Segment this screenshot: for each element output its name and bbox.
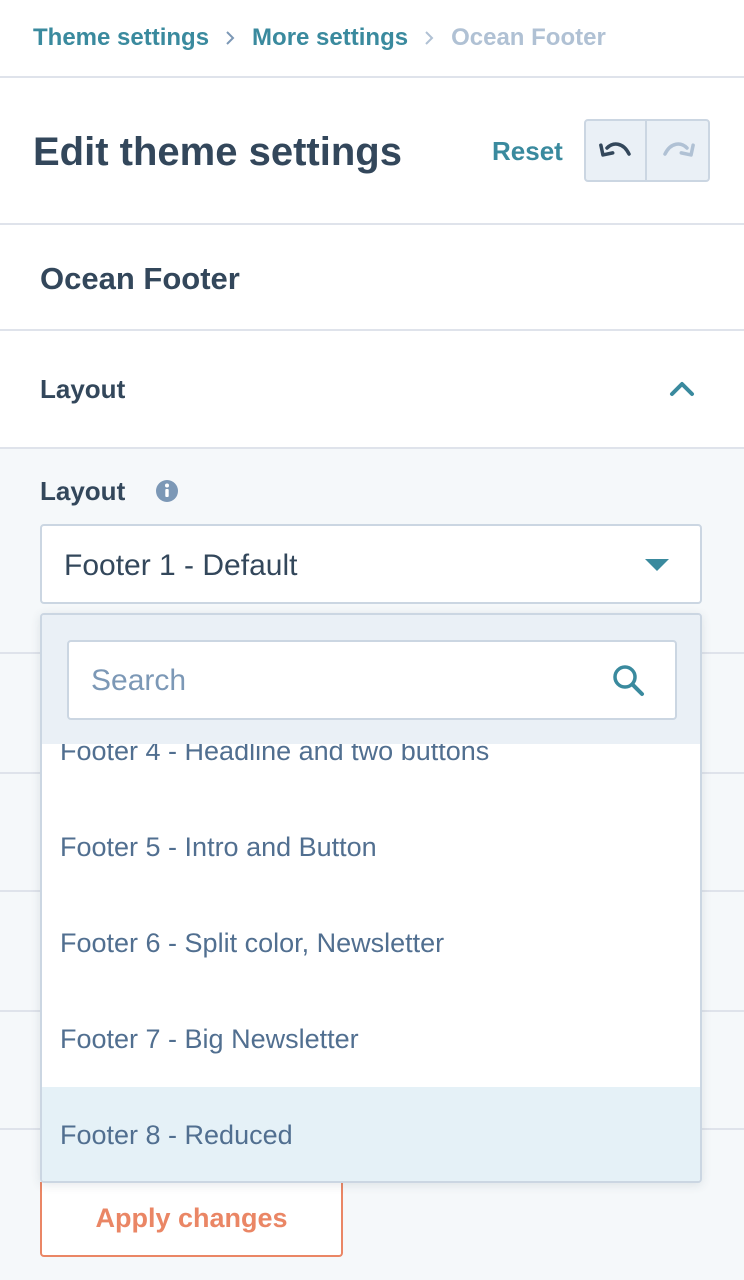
accordion-title: Layout: [40, 374, 126, 404]
redo-button[interactable]: [647, 121, 708, 180]
chevron-up-icon[interactable]: [668, 379, 696, 399]
layout-field-label: Layout: [40, 476, 126, 506]
dropdown-option[interactable]: Footer 5 - Intro and Button: [42, 799, 700, 895]
section-title-text: Ocean Footer: [40, 261, 240, 296]
undo-icon: [598, 141, 631, 157]
dropdown-search-box[interactable]: [67, 640, 677, 720]
layout-accordion-header[interactable]: Layout: [0, 331, 744, 449]
section-title: Ocean Footer: [0, 225, 744, 331]
dropdown-option-highlighted[interactable]: Footer 8 - Reduced: [42, 1087, 700, 1181]
info-icon[interactable]: [155, 479, 179, 503]
undo-redo-group: [584, 119, 710, 182]
breadcrumb-theme-settings[interactable]: Theme settings: [33, 24, 209, 52]
dropdown-search-area: [42, 615, 700, 744]
breadcrumb-current: Ocean Footer: [451, 24, 606, 51]
layout-dropdown-menu: Footer 4 - Headline and two buttons Foot…: [40, 613, 702, 1183]
search-icon[interactable]: [612, 664, 646, 698]
apply-changes-button[interactable]: Apply changes: [40, 1182, 343, 1257]
layout-select[interactable]: Footer 1 - Default: [40, 524, 702, 604]
breadcrumb-more-settings[interactable]: More settings: [252, 24, 408, 52]
chevron-right-icon: [225, 30, 235, 46]
reset-button[interactable]: Reset: [492, 136, 563, 167]
page-title: Edit theme settings: [33, 130, 402, 174]
caret-down-icon: [645, 559, 669, 571]
undo-button[interactable]: [586, 121, 647, 180]
redo-icon: [662, 141, 695, 157]
header: Edit theme settings Reset: [0, 78, 744, 225]
breadcrumb: Theme settings More settings Ocean Foote…: [0, 0, 744, 78]
chevron-right-icon: [424, 30, 434, 46]
dropdown-option[interactable]: Footer 7 - Big Newsletter: [42, 991, 700, 1087]
search-input[interactable]: [91, 662, 591, 700]
layout-select-value: Footer 1 - Default: [64, 549, 298, 582]
dropdown-option[interactable]: Footer 6 - Split color, Newsletter: [42, 895, 700, 991]
